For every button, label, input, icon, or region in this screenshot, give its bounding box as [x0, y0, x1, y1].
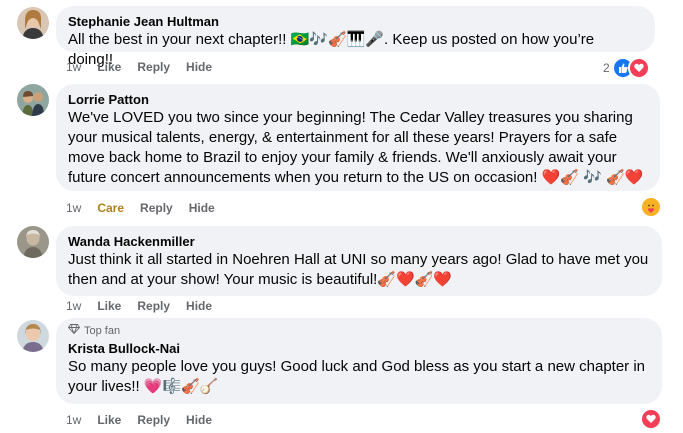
reaction-summary[interactable]	[640, 408, 662, 430]
comment-text: Just think it all started in Noehren Hal…	[68, 251, 649, 288]
diamond-icon	[67, 324, 81, 338]
hide-button[interactable]: Hide	[186, 59, 212, 75]
comment-bubble: Lorrie Patton We've LOVED you two since …	[56, 84, 660, 191]
reaction-summary[interactable]	[640, 196, 662, 218]
comment-actions: 1w Care Reply Hide	[66, 200, 215, 216]
reply-button[interactable]: Reply	[137, 412, 170, 428]
comment-author[interactable]: Krista Bullock-Nai	[68, 340, 650, 357]
avatar[interactable]	[17, 320, 49, 352]
like-button[interactable]: Like	[97, 412, 121, 428]
like-button[interactable]: Like	[97, 298, 121, 314]
reaction-summary[interactable]: 2	[603, 57, 650, 79]
comment-text: So many people love you guys! Good luck …	[68, 358, 646, 395]
comment-actions: 1w Like Reply Hide	[66, 298, 212, 314]
love-reaction-icon	[627, 57, 650, 79]
hide-button[interactable]: Hide	[186, 412, 212, 428]
top-fan-badge: Top fan	[67, 324, 650, 338]
comment-bubble: Wanda Hackenmiller Just think it all sta…	[56, 226, 662, 296]
avatar[interactable]	[17, 84, 49, 116]
reply-button[interactable]: Reply	[137, 298, 170, 314]
reply-button[interactable]: Reply	[140, 200, 173, 216]
comment-actions: 1w Like Reply Hide	[66, 59, 212, 75]
hide-button[interactable]: Hide	[189, 200, 215, 216]
comment-author[interactable]: Lorrie Patton	[68, 91, 648, 108]
comment-time[interactable]: 1w	[66, 59, 81, 75]
avatar[interactable]	[17, 7, 49, 39]
comment-text: We've LOVED you two since your beginning…	[68, 109, 644, 186]
comment-time[interactable]: 1w	[66, 298, 81, 314]
comment-time[interactable]: 1w	[66, 412, 81, 428]
care-reaction-button[interactable]: Care	[97, 200, 124, 216]
care-reaction-icon	[640, 196, 662, 218]
comment-bubble: Stephanie Jean Hultman All the best in y…	[56, 6, 655, 68]
reaction-count: 2	[603, 61, 610, 75]
love-reaction-icon	[640, 408, 662, 430]
top-fan-label: Top fan	[84, 325, 121, 337]
avatar[interactable]	[17, 226, 49, 258]
reply-button[interactable]: Reply	[137, 59, 170, 75]
comment-time[interactable]: 1w	[66, 200, 81, 216]
like-button[interactable]: Like	[97, 59, 121, 75]
comment-bubble: Top fan Krista Bullock-Nai So many peopl…	[56, 318, 662, 404]
comment-author[interactable]: Stephanie Jean Hultman	[68, 13, 643, 30]
hide-button[interactable]: Hide	[186, 298, 212, 314]
comment-author[interactable]: Wanda Hackenmiller	[68, 233, 650, 250]
comment-actions: 1w Like Reply Hide	[66, 412, 212, 428]
